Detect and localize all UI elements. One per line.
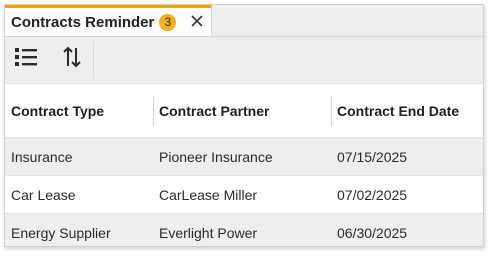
table-row[interactable]: Insurance Pioneer Insurance 07/15/2025 (5, 137, 483, 176)
cell-contract-end-date: 07/15/2025 (331, 137, 483, 176)
close-icon[interactable] (190, 13, 204, 29)
tab-bar: Contracts Reminder 3 (5, 5, 483, 37)
cell-contract-end-date: 07/02/2025 (331, 175, 483, 214)
cell-contract-type: Energy Supplier (5, 213, 153, 246)
cell-contract-partner: CarLease Miller (153, 175, 331, 214)
cell-contract-type: Car Lease (5, 175, 153, 214)
column-header-contract-end-date[interactable]: Contract End Date (331, 84, 483, 138)
table-row[interactable]: Energy Supplier Everlight Power 06/30/20… (5, 213, 483, 246)
tab-contracts-reminder[interactable]: Contracts Reminder 3 (5, 5, 212, 36)
column-header-contract-type[interactable]: Contract Type (5, 84, 153, 138)
cell-contract-type: Insurance (5, 137, 153, 176)
cell-contract-partner: Everlight Power (153, 213, 331, 246)
toolbar (5, 37, 483, 84)
column-header-label: Contract End Date (337, 102, 460, 119)
column-divider[interactable] (331, 96, 332, 126)
column-header-label: Contract Partner (159, 102, 270, 119)
toolbar-divider (93, 41, 94, 79)
contracts-reminder-panel: Contracts Reminder 3 Contract Type Contr… (4, 4, 484, 247)
contracts-table: Contract Type Contract Partner Contract … (5, 84, 483, 246)
list-view-icon (14, 46, 38, 73)
column-divider[interactable] (153, 96, 154, 126)
sort-icon (62, 45, 82, 74)
column-header-label: Contract Type (11, 102, 105, 119)
column-header-contract-partner[interactable]: Contract Partner (153, 84, 331, 138)
tab-title: Contracts Reminder (11, 13, 155, 31)
sort-button[interactable] (53, 40, 91, 78)
cell-contract-partner: Pioneer Insurance (153, 137, 331, 176)
table-row[interactable]: Car Lease CarLease Miller 07/02/2025 (5, 175, 483, 214)
list-view-button[interactable] (7, 40, 45, 78)
table-header-row: Contract Type Contract Partner Contract … (5, 84, 483, 138)
cell-contract-end-date: 06/30/2025 (331, 213, 483, 246)
notification-count-badge: 3 (159, 13, 177, 31)
